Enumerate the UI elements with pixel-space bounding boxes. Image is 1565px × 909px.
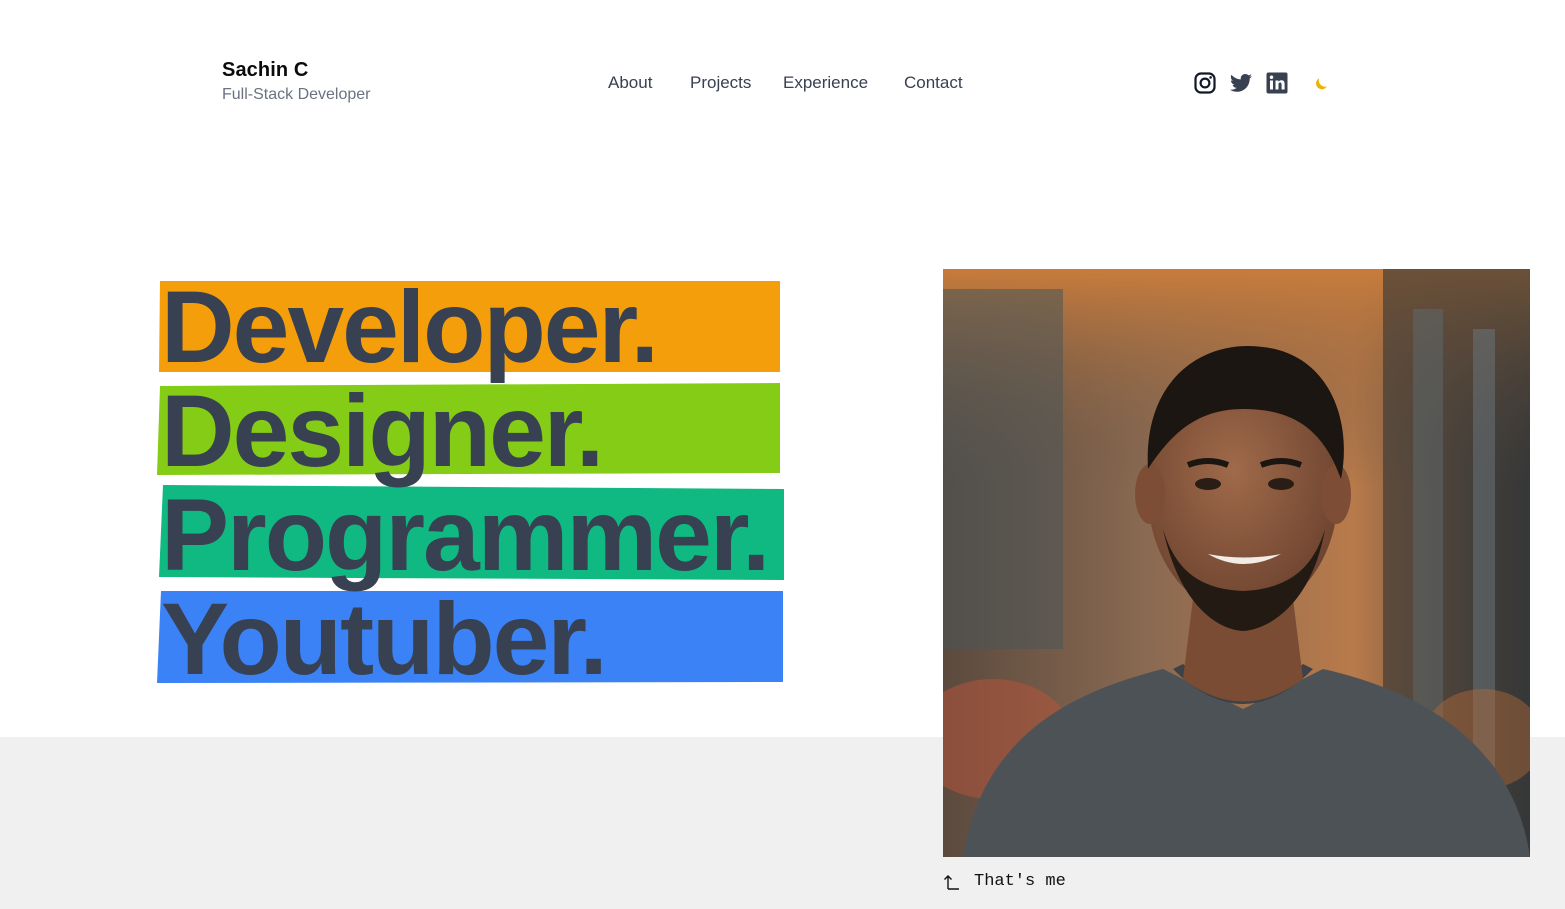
brand[interactable]: Sachin C Full-Stack Developer bbox=[222, 58, 371, 105]
twitter-icon[interactable] bbox=[1229, 71, 1253, 95]
site-name: Sachin C bbox=[222, 59, 309, 81]
caption-text: That's me bbox=[974, 872, 1066, 891]
photo-caption: That's me bbox=[943, 872, 1066, 891]
nav-projects[interactable]: Projects bbox=[690, 72, 751, 94]
instagram-icon[interactable] bbox=[1193, 71, 1217, 95]
portrait-photo bbox=[943, 269, 1530, 857]
role-youtuber: Youtuber. bbox=[161, 582, 608, 696]
nav-contact[interactable]: Contact bbox=[904, 72, 963, 94]
arrow-up-left-icon bbox=[944, 874, 959, 890]
role-programmer: Programmer. bbox=[161, 478, 770, 592]
linkedin-icon[interactable] bbox=[1265, 71, 1289, 95]
nav-experience[interactable]: Experience bbox=[783, 72, 868, 94]
nav-about[interactable]: About bbox=[608, 72, 652, 94]
role-developer: Developer. bbox=[161, 270, 659, 384]
moon-icon[interactable] bbox=[1310, 71, 1334, 95]
role-designer: Designer. bbox=[161, 374, 604, 488]
site-tagline: Full-Stack Developer bbox=[222, 86, 371, 103]
